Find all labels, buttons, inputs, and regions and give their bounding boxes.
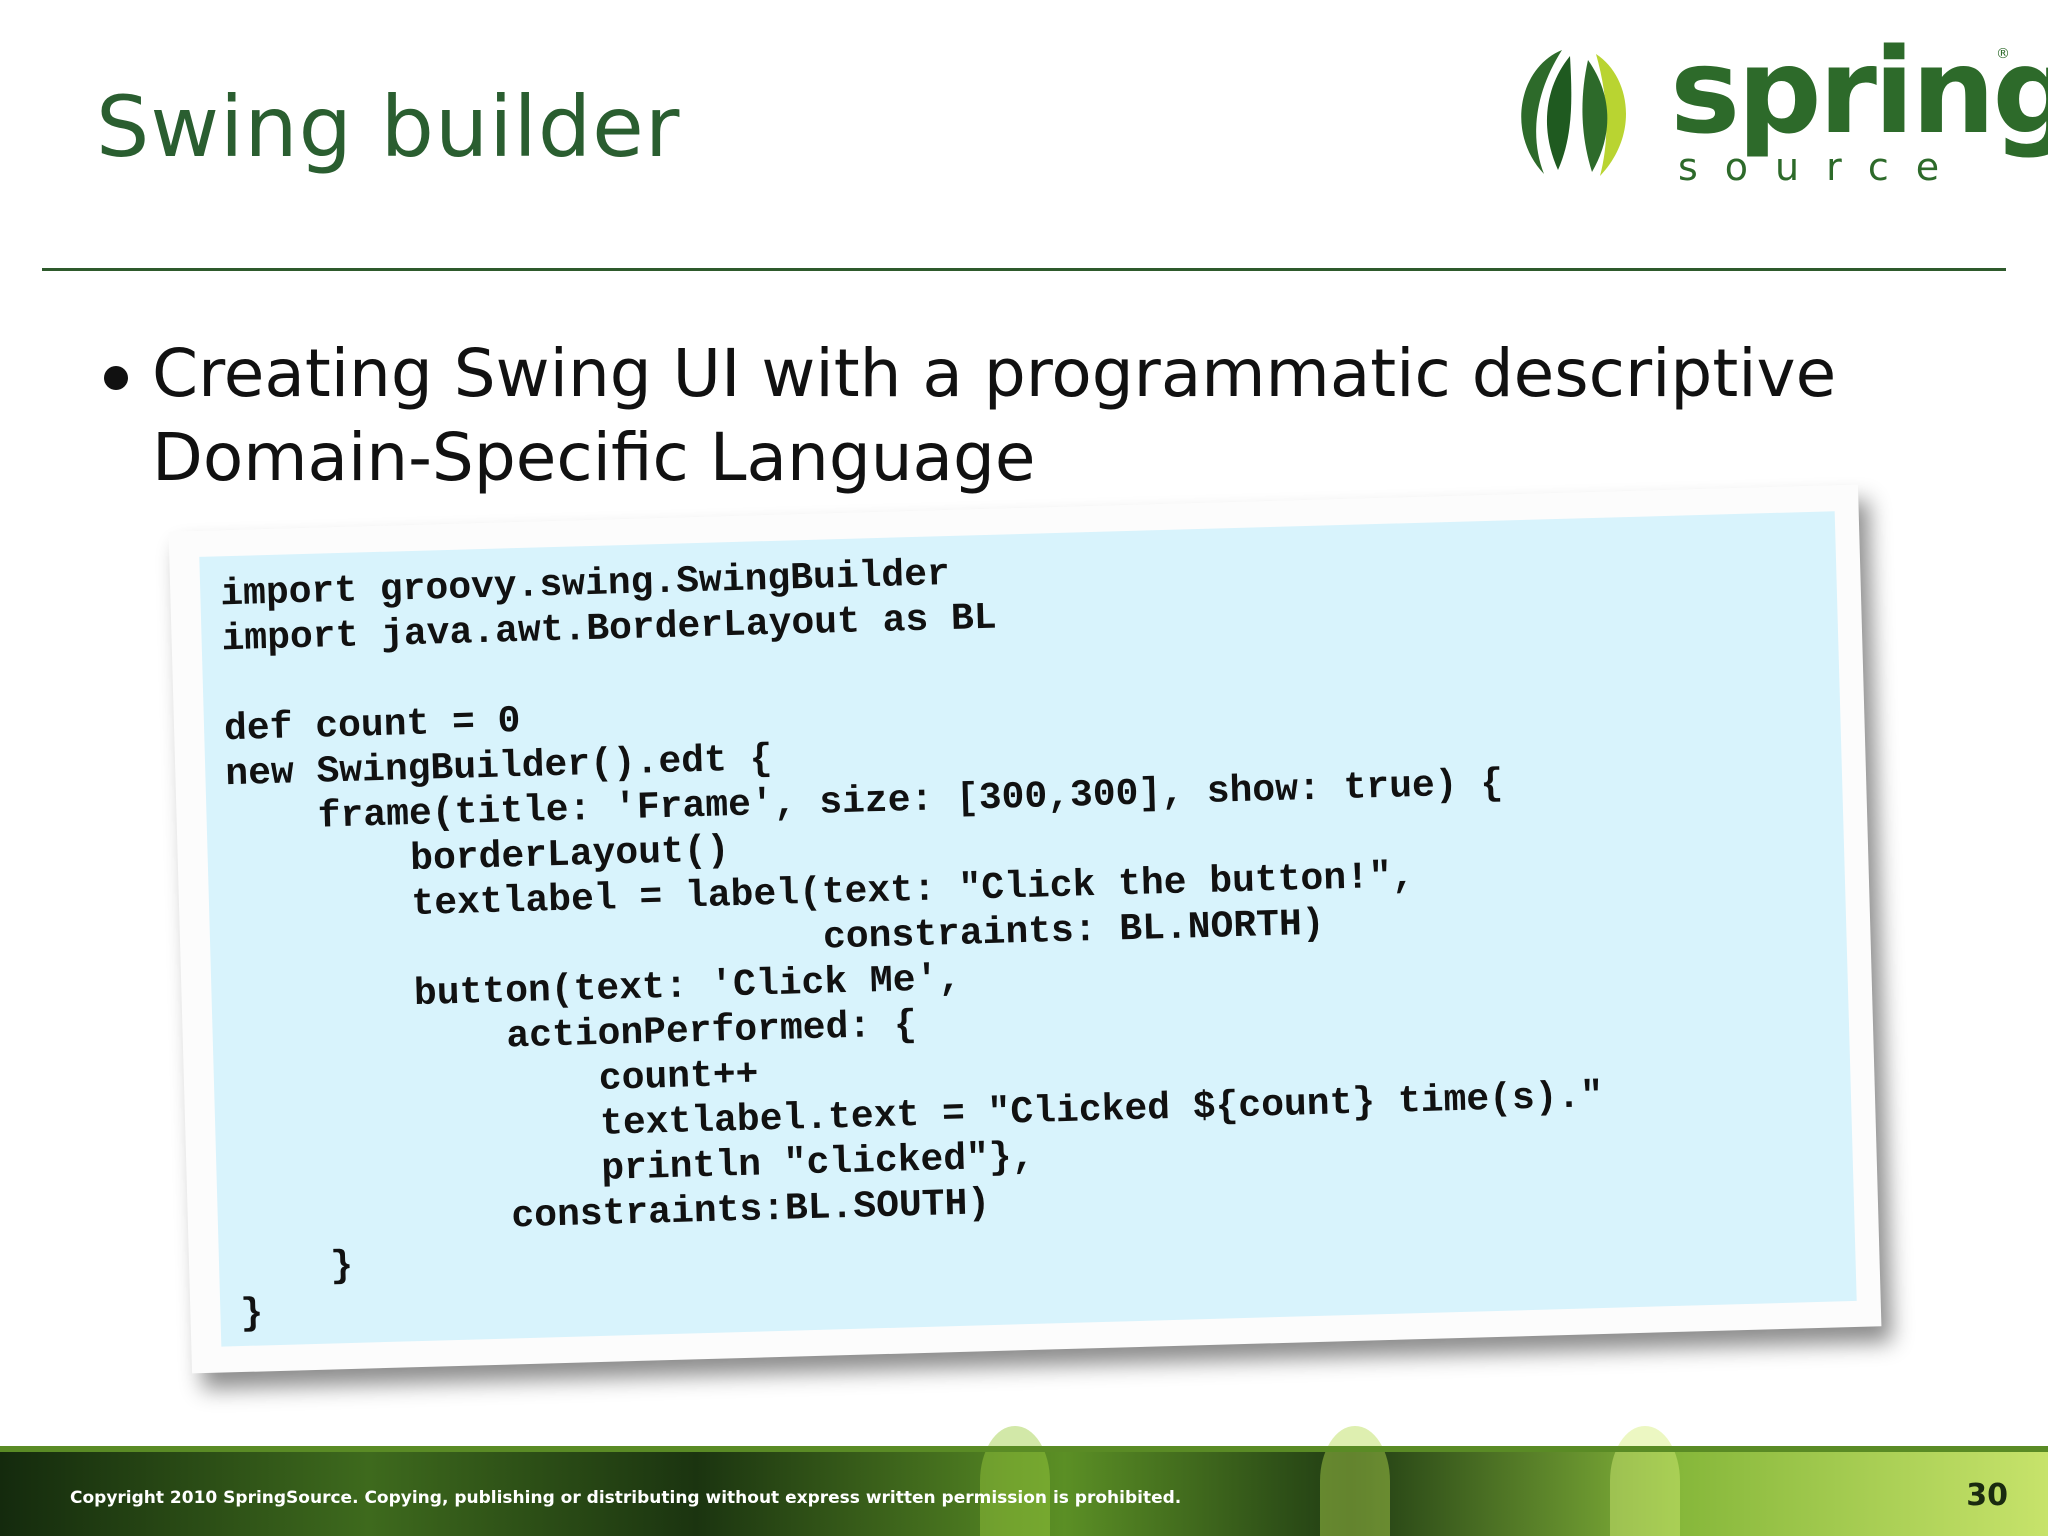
spring-leaf-icon: [1521, 50, 1626, 176]
code-panel: import groovy.swing.SwingBuilder import …: [199, 511, 1857, 1347]
logo-wordmark: spring: [1670, 22, 2048, 160]
springsource-logo: spring ® source: [1500, 28, 2048, 189]
grass-blade-decoration: [980, 1426, 1050, 1536]
copyright-text: Copyright 2010 SpringSource. Copying, pu…: [70, 1488, 1182, 1508]
slide: Swing builder spring ® source Creating S…: [0, 0, 2048, 1536]
bullet-text: Creating Swing UI with a programmatic de…: [152, 335, 1837, 496]
grass-blade-decoration: [1320, 1426, 1390, 1536]
slide-title: Swing builder: [96, 78, 681, 176]
code-card: import groovy.swing.SwingBuilder import …: [168, 484, 1882, 1374]
footer-top-line: [0, 1446, 2048, 1452]
page-number: 30: [1966, 1478, 2008, 1513]
logo-registered-mark: ®: [1996, 46, 2010, 62]
title-divider: [42, 268, 2006, 271]
code-block: import groovy.swing.SwingBuilder import …: [219, 552, 1604, 1337]
bullet-icon: [104, 366, 128, 390]
code-card-frame: import groovy.swing.SwingBuilder import …: [168, 484, 1882, 1374]
footer: Copyright 2010 SpringSource. Copying, pu…: [0, 1426, 2048, 1536]
logo-subtitle: source: [1678, 145, 1967, 189]
grass-blade-decoration: [1610, 1426, 1680, 1536]
